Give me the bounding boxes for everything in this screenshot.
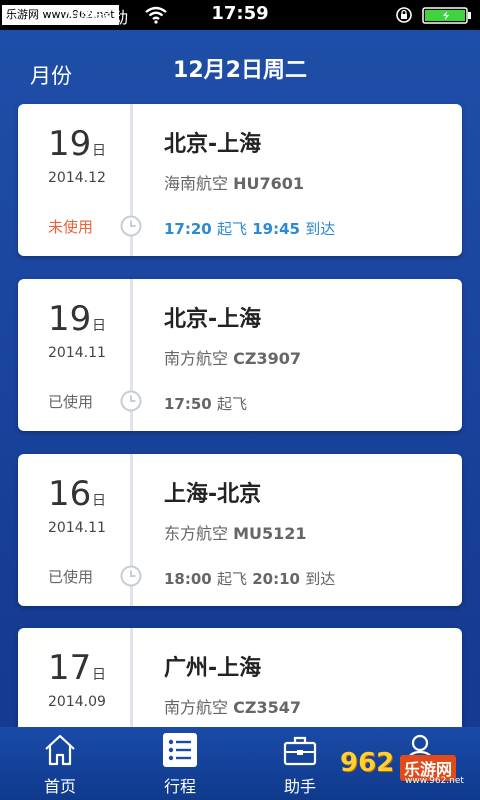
page-title: 12月2日周二 bbox=[173, 58, 307, 83]
trip-times: 18:00 起飞 20:10 到达 bbox=[164, 568, 335, 589]
depart-time: 17:50 bbox=[164, 395, 212, 413]
trip-year-month: 2014.11 bbox=[48, 345, 106, 361]
flight-number: HU7601 bbox=[233, 174, 305, 193]
trip-day: 16 bbox=[48, 474, 92, 514]
trip-day-unit: 日 bbox=[92, 493, 106, 509]
arrive-time: 19:45 bbox=[252, 220, 300, 238]
airline-name: 南方航空 bbox=[164, 349, 229, 368]
airline-name: 南方航空 bbox=[164, 698, 229, 717]
trip-day: 17 bbox=[48, 648, 92, 688]
depart-word: 起飞 bbox=[216, 570, 247, 588]
trip-status: 已使用 bbox=[48, 568, 94, 586]
depart-time: 17:20 bbox=[164, 220, 212, 238]
trip-card[interactable]: 19 日 2014.12 未使用 北京-上海 海南航空 HU7601 17:20… bbox=[18, 104, 462, 256]
arrive-time: 20:10 bbox=[252, 570, 300, 588]
trip-card[interactable]: 19 日 2014.11 已使用 北京-上海 南方航空 CZ3907 17:50… bbox=[18, 279, 462, 431]
tab-itinerary-label: 行程 bbox=[163, 777, 196, 796]
trip-year-month: 2014.11 bbox=[48, 520, 106, 536]
flight-number: CZ3907 bbox=[233, 349, 301, 368]
trip-airline: 南方航空 CZ3907 bbox=[164, 345, 301, 369]
clock-icon bbox=[120, 565, 142, 587]
trip-day-unit: 日 bbox=[92, 143, 106, 159]
trip-year-month: 2014.09 bbox=[48, 694, 106, 710]
trip-airline: 海南航空 HU7601 bbox=[164, 170, 304, 194]
watermark-url: www.962.net bbox=[405, 776, 464, 786]
trip-card[interactable]: 16 日 2014.11 已使用 上海-北京 东方航空 MU5121 18:00… bbox=[18, 454, 462, 606]
briefcase-icon bbox=[283, 736, 317, 766]
airline-name: 海南航空 bbox=[164, 174, 229, 193]
clock-icon bbox=[120, 390, 142, 412]
status-bar: 乐游网 www.962.net 中国移动 17:59 bbox=[0, 0, 480, 30]
watermark-logo: 962 bbox=[340, 748, 395, 778]
list-icon bbox=[168, 739, 191, 761]
arrive-word: 到达 bbox=[305, 220, 336, 238]
home-icon bbox=[45, 734, 75, 766]
trip-status: 已使用 bbox=[48, 393, 94, 411]
airline-name: 东方航空 bbox=[164, 524, 229, 543]
depart-time: 18:00 bbox=[164, 570, 212, 588]
rotation-lock-icon bbox=[396, 7, 412, 23]
trip-airline: 南方航空 CZ3547 bbox=[164, 694, 301, 718]
trip-route: 上海-北京 bbox=[164, 482, 262, 507]
trip-day: 19 bbox=[48, 299, 92, 339]
trip-route: 北京-上海 bbox=[164, 132, 262, 157]
trip-route: 广州-上海 bbox=[164, 656, 262, 681]
trip-times: 17:20 起飞 19:45 到达 bbox=[164, 218, 335, 239]
clock-icon bbox=[120, 215, 142, 237]
trip-day-unit: 日 bbox=[92, 667, 106, 683]
trip-airline: 东方航空 MU5121 bbox=[164, 520, 307, 544]
trip-status: 未使用 bbox=[48, 218, 94, 236]
tab-home[interactable]: 首页 bbox=[0, 727, 120, 800]
arrive-word: 到达 bbox=[305, 570, 336, 588]
header: 月份 12月2日周二 bbox=[0, 30, 480, 105]
depart-word: 起飞 bbox=[216, 395, 247, 413]
trip-year-month: 2014.12 bbox=[48, 170, 106, 186]
trip-times: 17:50 起飞 bbox=[164, 393, 247, 414]
trip-day: 19 bbox=[48, 124, 92, 164]
flight-number: CZ3547 bbox=[233, 698, 301, 717]
trip-day-unit: 日 bbox=[92, 318, 106, 334]
tab-home-label: 首页 bbox=[43, 777, 76, 796]
tab-itinerary[interactable]: 行程 bbox=[120, 727, 240, 800]
flight-number: MU5121 bbox=[233, 524, 307, 543]
trip-route: 北京-上海 bbox=[164, 307, 262, 332]
battery-icon bbox=[422, 7, 471, 24]
depart-word: 起飞 bbox=[216, 220, 247, 238]
